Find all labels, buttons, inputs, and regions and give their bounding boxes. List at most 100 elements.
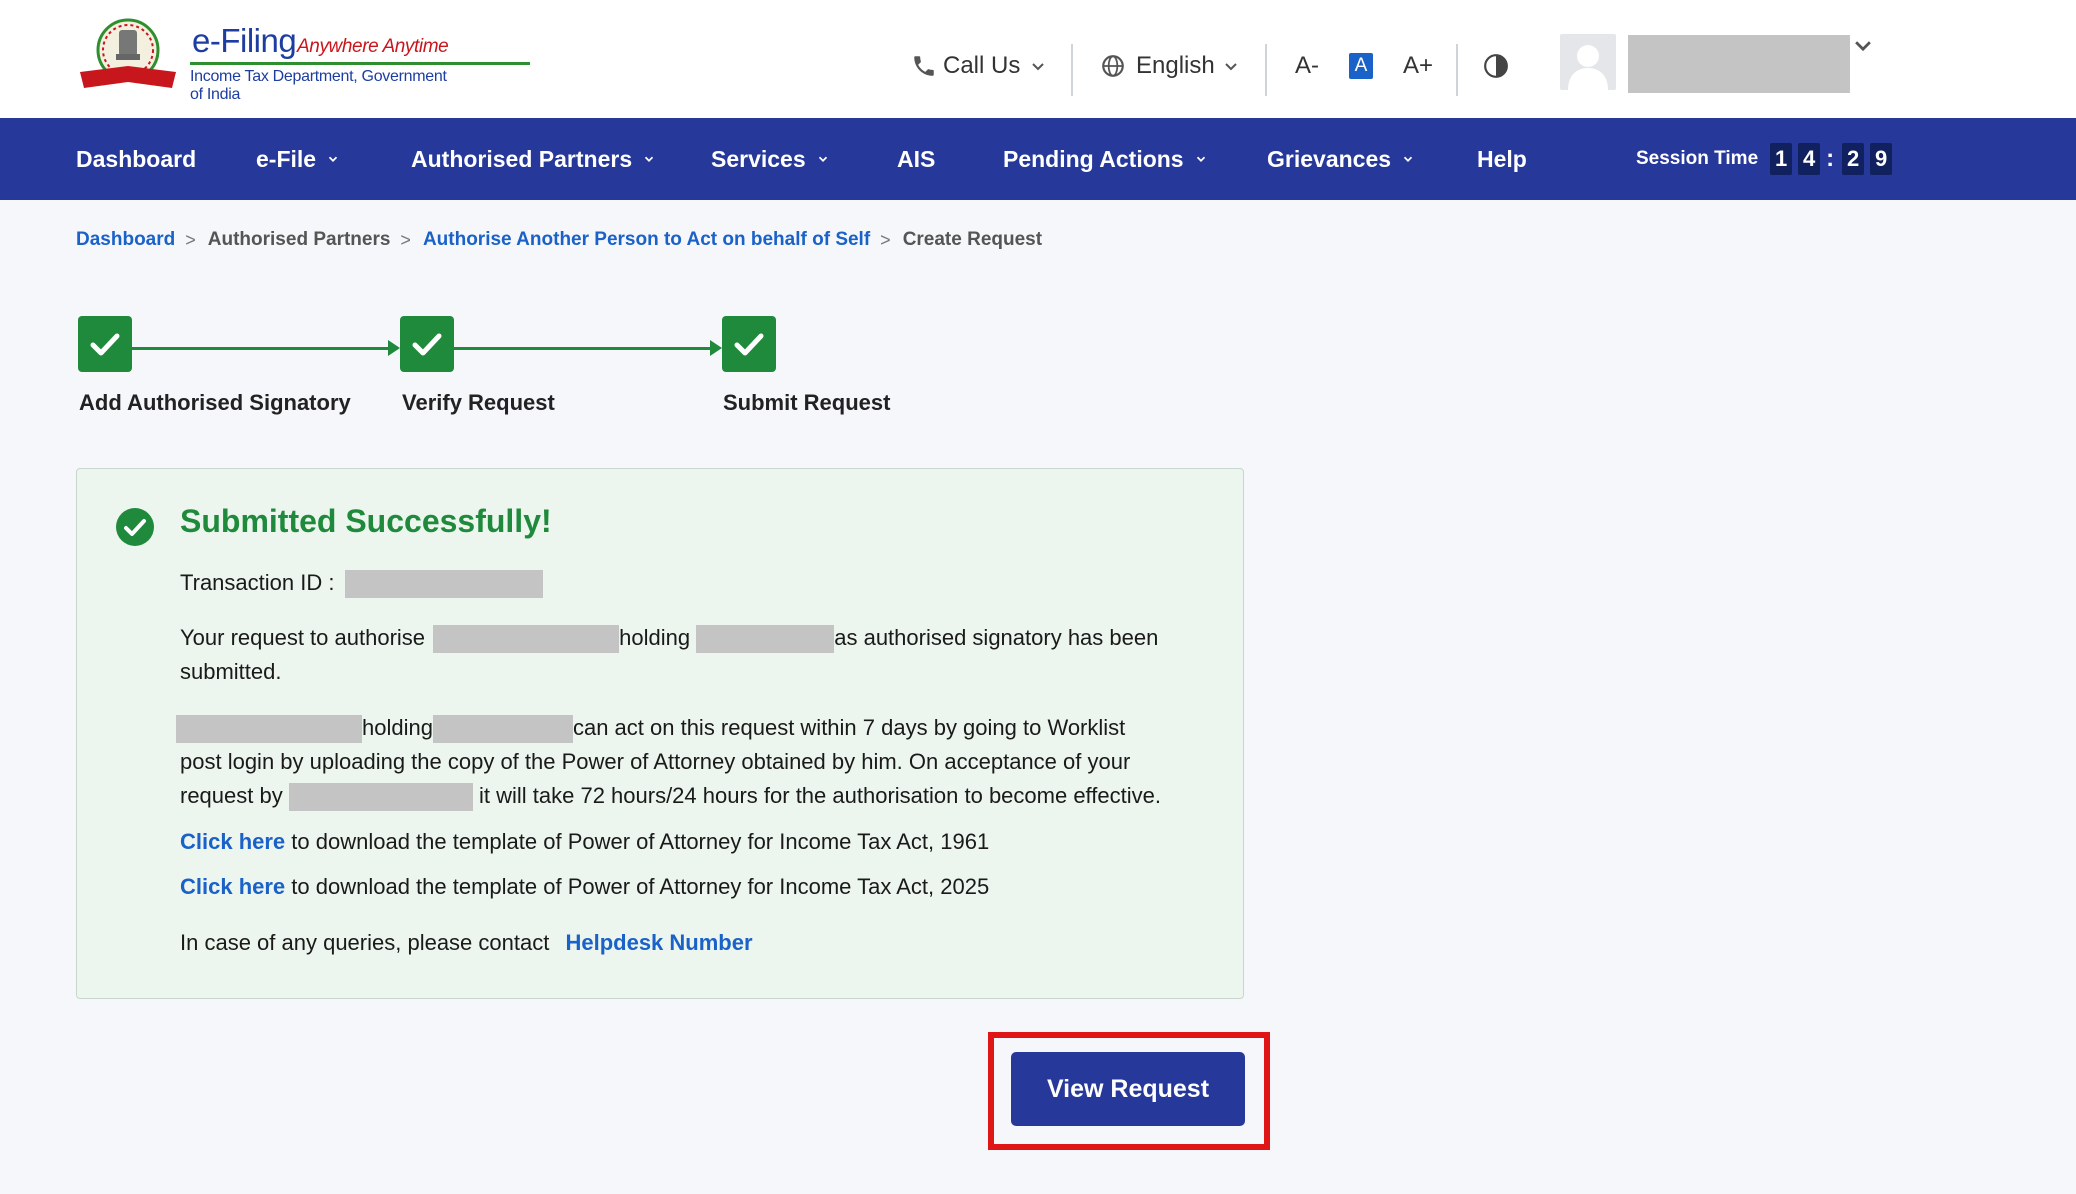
nav-dashboard[interactable]: Dashboard [76,118,196,200]
download-row-2025: Click here to download the template of P… [180,870,989,904]
paragraph-text: submitted. [180,659,282,684]
step-label: Verify Request [402,390,555,415]
paragraph-text: holding [362,715,433,740]
language-label: English [1136,52,1215,79]
step-3-complete [722,316,776,372]
nav-authorised-partners[interactable]: Authorised Partners [411,118,656,200]
language-selector[interactable]: English [1100,46,1239,86]
step-connector [454,347,712,350]
chevron-down-icon [644,156,654,162]
chevron-down-icon[interactable] [1852,34,1874,56]
call-us-menu[interactable]: Call Us [911,46,1046,86]
user-icon [1568,45,1608,90]
paragraph-text: can act on this request within 7 days by… [572,715,1126,740]
breadcrumb-separator-icon: > [400,229,411,250]
step-label: Add Authorised Signatory [79,390,351,415]
chevron-down-icon [818,156,827,162]
call-us-label: Call Us [943,52,1021,79]
paragraph-text: it will take 72 hours/24 hours for the a… [478,783,1161,808]
chevron-down-icon [1196,156,1205,162]
brand-title: e-Filing [192,22,297,59]
arrow-right-icon [710,340,722,356]
session-digit: 9 [1870,143,1893,175]
breadcrumb-dashboard[interactable]: Dashboard [76,229,175,251]
header-divider [1456,44,1458,96]
font-reset-icon: A [1354,55,1368,76]
checkmark-icon [412,333,442,356]
nav-label: Grievances [1267,145,1392,172]
paragraph-text: post login by uploading the copy of the … [180,749,1131,774]
globe-icon [1102,55,1124,77]
session-digit: 4 [1798,143,1821,175]
paragraph-text: In case of any queries, please contact [180,930,550,955]
arrow-right-icon [388,340,400,356]
checkmark-icon [90,333,120,356]
header-divider [1071,44,1073,96]
nav-grievances[interactable]: Grievances [1267,118,1415,200]
main-nav: Dashboard e-File Authorised Partners Ser… [0,118,2076,200]
instruction-paragraph: holding can act on this request within 7 … [176,711,1216,813]
step-connector [132,347,390,350]
redacted-name [176,715,362,744]
user-name-redacted[interactable] [1628,35,1850,93]
redacted-pan [432,715,573,744]
breadcrumb-authorise-another-person[interactable]: Authorise Another Person to Act on behal… [423,229,870,251]
download-1961-link[interactable]: Click here [180,829,285,854]
chevron-down-icon [1225,63,1237,71]
step-2-complete [400,316,454,372]
font-decrease-button[interactable]: A- [1295,46,1319,86]
font-increase-button[interactable]: A+ [1403,46,1433,86]
step-label: Submit Request [723,390,891,415]
success-title: Submitted Successfully! [180,503,552,539]
avatar[interactable] [1560,34,1616,90]
paragraph-text: as authorised signatory has been [834,625,1159,650]
step-1-complete [78,316,132,372]
breadcrumb-separator-icon: > [880,229,891,250]
contrast-icon [1484,54,1508,78]
view-request-button[interactable]: View Request [1011,1052,1245,1126]
redacted-pan [696,625,835,654]
brand-tagline: Anywhere Anytime [297,36,449,57]
efiling-logo[interactable]: e-Filing Anywhere Anytime Income Tax Dep… [76,16,530,103]
transaction-id-row: Transaction ID : [180,566,543,600]
font-increase-icon: A+ [1403,52,1434,79]
brand-subtitle: Income Tax Department, Government of Ind… [190,68,447,103]
helpdesk-link[interactable]: Helpdesk Number [565,930,752,955]
contrast-toggle[interactable] [1483,46,1509,86]
breadcrumb: Dashboard > Authorised Partners > Author… [76,228,1042,252]
font-reset-button[interactable]: A [1349,53,1373,79]
nav-ais[interactable]: AIS [897,118,935,200]
header-divider [1265,44,1267,96]
breadcrumb-separator-icon: > [185,229,196,250]
nav-help[interactable]: Help [1477,118,1527,200]
emblem-icon [80,18,176,88]
nav-pending-actions[interactable]: Pending Actions [1003,118,1208,200]
chevron-down-icon [328,156,338,162]
paragraph-text: request by [180,783,283,808]
contact-row: In case of any queries, please contact H… [180,926,753,960]
paragraph-text: holding [619,625,691,650]
nav-label: Dashboard [76,145,197,172]
session-digit: 1 [1770,143,1793,175]
redacted-name [288,783,473,812]
chevron-down-icon [1403,156,1413,162]
nav-services[interactable]: Services [711,118,830,200]
top-header: e-Filing Anywhere Anytime Income Tax Dep… [0,0,2076,118]
nav-label: Pending Actions [1003,145,1184,172]
paragraph-text: to download the template of Power of Att… [291,874,990,899]
nav-label: Help [1477,145,1527,172]
session-timer: Session Time 1 4 : 2 9 [1636,118,1893,200]
session-separator: : [1826,145,1835,172]
breadcrumb-create-request: Create Request [902,229,1043,250]
nav-label: AIS [897,145,936,172]
breadcrumb-authorised-partners: Authorised Partners [207,229,391,250]
nav-label: e-File [256,145,317,172]
chevron-down-icon [1032,63,1045,71]
request-paragraph: Your request to authorise holding as aut… [180,621,1210,689]
session-digit: 2 [1842,143,1865,175]
nav-efile[interactable]: e-File [256,118,340,200]
download-2025-link[interactable]: Click here [180,874,285,899]
transaction-id-redacted [344,570,543,599]
brand-divider [190,62,530,65]
checkmark-icon [734,333,764,356]
